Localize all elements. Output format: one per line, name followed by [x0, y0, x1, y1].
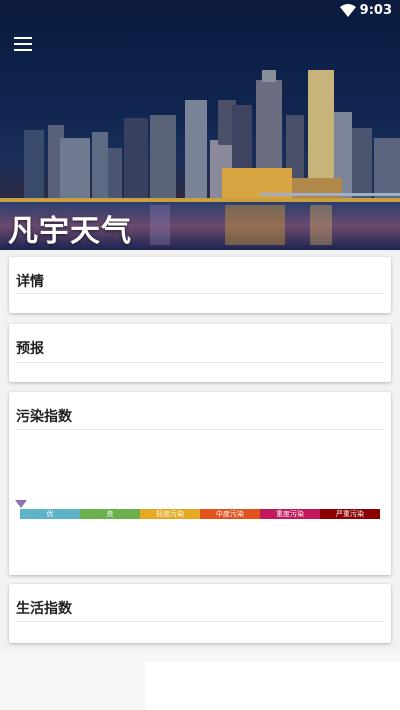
aqi-level-heavy: 重度污染 [260, 509, 320, 519]
status-time: 9:03 [359, 3, 392, 18]
aqi-level-severe: 严重污染 [320, 509, 380, 519]
header-banner: 9:03 凡宇天气 [0, 0, 400, 250]
forecast-card[interactable]: 预报 [9, 324, 391, 382]
menu-icon[interactable] [14, 36, 34, 52]
aqi-level-moderate: 中度污染 [200, 509, 260, 519]
aqi-pointer-icon [15, 500, 27, 508]
aqi-level-good: 良 [80, 509, 140, 519]
aqi-level-excellent: 优 [20, 509, 80, 519]
bottom-panel [145, 662, 400, 710]
card-divider [16, 429, 384, 430]
life-index-card-title: 生活指数 [16, 601, 72, 617]
details-card-title: 详情 [16, 274, 44, 290]
life-index-card[interactable]: 生活指数 [9, 584, 391, 643]
wifi-icon [340, 4, 356, 17]
forecast-card-title: 预报 [16, 341, 44, 357]
status-bar: 9:03 [0, 0, 400, 24]
aqi-level-bar: 优 良 轻度污染 中度污染 重度污染 严重污染 [20, 509, 380, 519]
details-card[interactable]: 详情 [9, 257, 391, 313]
card-divider [16, 293, 384, 294]
card-divider [16, 621, 384, 622]
card-divider [16, 362, 384, 363]
aqi-level-light: 轻度污染 [140, 509, 200, 519]
app-title: 凡宇天气 [8, 214, 132, 249]
pollution-card-title: 污染指数 [16, 409, 72, 425]
pollution-card[interactable]: 污染指数 优 良 轻度污染 中度污染 重度污染 严重污染 [9, 392, 391, 575]
